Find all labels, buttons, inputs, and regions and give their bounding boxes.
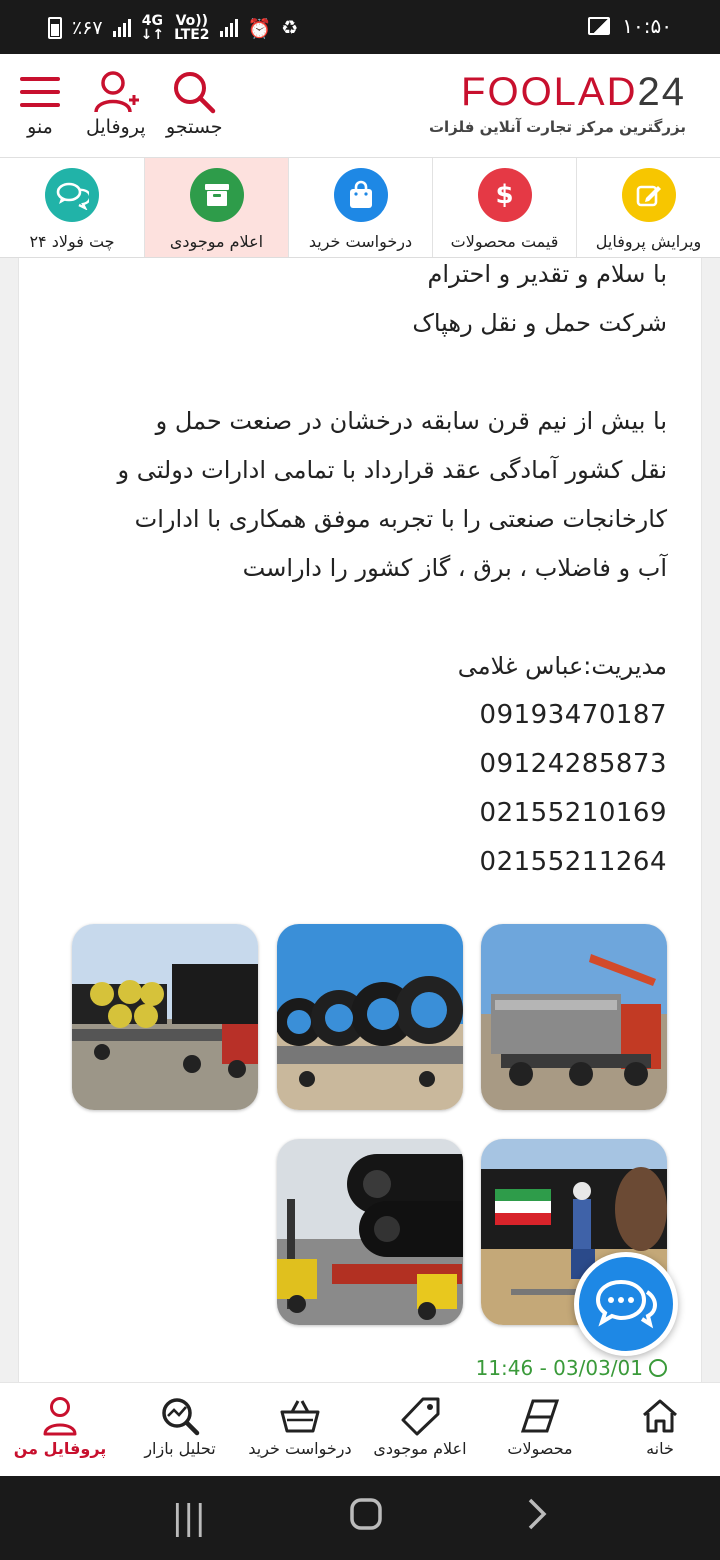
network-type: 4G ↓↑ <box>140 13 165 43</box>
back-icon[interactable] <box>526 1497 548 1540</box>
volte-indicator: Vo)) LTE2 <box>174 13 210 43</box>
post-card: با سلام و تقدیر و احترام شرکت حمل و نقل … <box>18 258 702 1382</box>
greeting-line: با سلام و تقدیر و احترام <box>427 260 667 288</box>
recycle-icon: ♻ <box>281 17 299 39</box>
basket-icon <box>240 1393 360 1439</box>
description-line: با بیش از نیم قرن سابقه درخشان در صنعت ح… <box>155 407 667 435</box>
quick-edit-profile[interactable]: ویرایش پروفایل <box>576 158 720 257</box>
nav-analysis[interactable]: تحلیل بازار <box>120 1383 240 1476</box>
system-navigation-bar: ||| <box>0 1476 720 1560</box>
image-notification-icon <box>588 17 611 35</box>
quick-stock-announcement[interactable]: اعلام موجودی <box>144 158 288 257</box>
chat-icon <box>45 168 99 222</box>
nav-products[interactable]: محصولات <box>480 1383 600 1476</box>
add-user-icon <box>86 68 146 116</box>
profile-label: پروفایل <box>86 116 146 138</box>
nav-label: محصولات <box>507 1439 573 1458</box>
post-text: با سلام و تقدیر و احترام شرکت حمل و نقل … <box>47 258 667 887</box>
nav-my-profile[interactable]: پروفایل من <box>0 1383 120 1476</box>
nav-label: درخواست خرید <box>248 1439 352 1458</box>
description-line: کارخانجات صنعتی را با تجربه موفق همکاری … <box>134 505 667 533</box>
user-icon <box>0 1393 120 1439</box>
profile-button[interactable]: پروفایل <box>86 68 146 138</box>
floating-chat-button[interactable] <box>574 1252 678 1356</box>
home-icon <box>600 1393 720 1439</box>
clock-icon <box>649 1359 667 1377</box>
search-label: جستجو <box>166 116 223 138</box>
quick-label: چت فولاد ۲۴ <box>29 232 115 251</box>
battery-icon <box>48 17 62 39</box>
quick-label: اعلام موجودی <box>169 232 264 251</box>
chat-bubbles-icon <box>595 1279 657 1329</box>
quick-menu: ویرایش پروفایل $ قیمت محصولات درخواست خر… <box>0 158 720 258</box>
manager-line: مدیریت:عباس غلامی <box>457 652 667 680</box>
quick-chat[interactable]: چت فولاد ۲۴ <box>0 158 144 257</box>
battery-level: ٪۶۷ <box>72 17 103 39</box>
archive-icon <box>189 168 244 222</box>
nav-label: پروفایل من <box>13 1439 107 1458</box>
quick-label: ویرایش پروفایل <box>595 232 702 251</box>
dollar-icon: $ <box>477 168 532 222</box>
app-header: FOOLAD24 بزرگترین مرکز تجارت آنلاین فلزا… <box>0 54 720 158</box>
timestamp-text: 11:46 - 03/03/01 <box>475 1356 643 1380</box>
post-timestamp: 11:46 - 03/03/01 <box>476 1356 667 1380</box>
quick-product-prices[interactable]: $ قیمت محصولات <box>432 158 576 257</box>
photo-large-pipes-trucks[interactable] <box>72 924 258 1110</box>
home-circle-icon[interactable] <box>349 1497 383 1540</box>
search-button[interactable]: جستجو <box>166 68 223 138</box>
nav-home[interactable]: خانه <box>600 1383 720 1476</box>
photo-coiled-pipes[interactable] <box>277 924 463 1110</box>
quick-label: قیمت محصولات <box>450 232 559 251</box>
logo[interactable]: FOOLAD24 بزرگترین مرکز تجارت آنلاین فلزا… <box>429 70 686 136</box>
clock-time: ۱۰:۵۰ <box>622 14 672 38</box>
products-icon <box>480 1393 600 1439</box>
shopping-bag-icon <box>333 168 388 222</box>
nav-label: اعلام موجودی <box>373 1439 467 1458</box>
signal-icon <box>112 19 131 37</box>
status-bar: ٪۶۷ 4G ↓↑ Vo)) LTE2 ⏰ ♻ ۱۰:۵۰ <box>0 0 720 54</box>
bottom-navigation: خانه محصولات اعلام موجودی درخواست خرید ت… <box>0 1382 720 1476</box>
signal-icon-2 <box>219 19 238 37</box>
status-left: ٪۶۷ 4G ↓↑ Vo)) LTE2 ⏰ ♻ <box>48 14 298 42</box>
phone-number[interactable]: 02155210169 <box>47 789 667 838</box>
nav-stock[interactable]: اعلام موجودی <box>360 1383 480 1476</box>
quick-purchase-request[interactable]: درخواست خرید <box>288 158 432 257</box>
brand-tagline: بزرگترین مرکز تجارت آنلاین فلزات <box>428 118 686 136</box>
menu-button[interactable]: منو <box>20 68 60 138</box>
phone-number[interactable]: 02155211264 <box>47 838 667 887</box>
analysis-icon <box>120 1393 240 1439</box>
phone-number[interactable]: 09124285873 <box>47 740 667 789</box>
tag-icon <box>360 1393 480 1439</box>
nav-label: خانه <box>646 1439 674 1458</box>
photo-forklift-pipes[interactable] <box>277 1139 463 1325</box>
description-line: نقل کشور آمادگی عقد قرارداد با تمامی ادا… <box>117 456 667 484</box>
company-line: شرکت حمل و نقل رهپاک <box>412 309 667 337</box>
description-line: آب و فاضلاب ، برق ، گاز کشور را داراست <box>242 554 667 582</box>
alarm-icon: ⏰ <box>247 17 272 40</box>
search-icon <box>166 68 223 116</box>
quick-label: درخواست خرید <box>308 232 413 251</box>
status-right: ۱۰:۵۰ <box>588 14 672 38</box>
hamburger-icon <box>20 68 60 116</box>
nav-label: تحلیل بازار <box>144 1439 216 1458</box>
brand-name: FOOLAD24 <box>461 70 686 114</box>
menu-label: منو <box>27 116 53 138</box>
photo-truck-crane[interactable] <box>481 924 667 1110</box>
nav-purchase[interactable]: درخواست خرید <box>240 1383 360 1476</box>
edit-icon <box>621 168 676 222</box>
recent-apps-icon[interactable]: ||| <box>172 1498 206 1538</box>
phone-number[interactable]: 09193470187 <box>47 691 667 740</box>
